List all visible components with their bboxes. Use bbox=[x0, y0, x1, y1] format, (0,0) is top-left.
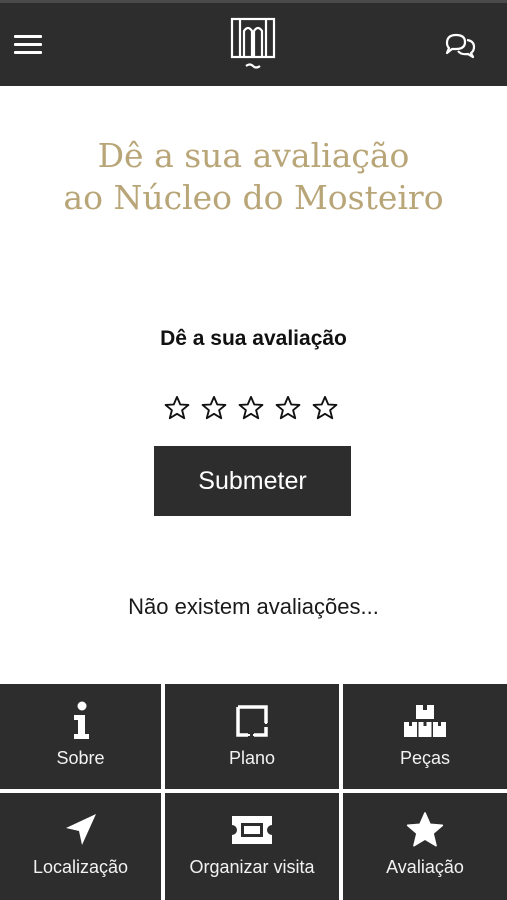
star-4-icon[interactable] bbox=[274, 394, 302, 422]
nav-item-label: Sobre bbox=[56, 748, 105, 768]
nav-item-label: Organizar visita bbox=[189, 857, 315, 877]
nav-item-organizar-visita[interactable]: Organizar visita bbox=[165, 793, 339, 900]
rating-heading: Dê a sua avaliação bbox=[160, 327, 347, 350]
nav-item-avaliacao[interactable]: Avaliação bbox=[343, 793, 507, 900]
star-1-icon[interactable] bbox=[163, 394, 191, 422]
star-rating bbox=[163, 394, 343, 424]
star-2-icon[interactable] bbox=[200, 394, 228, 422]
submit-button[interactable]: Submeter bbox=[154, 446, 351, 516]
floor-plan-icon bbox=[229, 698, 275, 744]
top-app-bar bbox=[0, 0, 507, 86]
nav-item-pecas[interactable]: Peças bbox=[343, 684, 507, 789]
nav-item-label: Localização bbox=[32, 857, 129, 877]
page-title: Dê a sua avaliação ao Núcleo do Mosteiro bbox=[0, 135, 507, 219]
ticket-icon bbox=[229, 807, 275, 853]
page-title-line-1: Dê a sua avaliação bbox=[97, 136, 410, 175]
bottom-navigation: Sobre Plano Peças Localização Organizar … bbox=[0, 684, 507, 900]
nav-item-label: Plano bbox=[228, 748, 276, 768]
chat-bubbles-icon[interactable] bbox=[443, 31, 477, 59]
star-icon bbox=[402, 807, 448, 853]
nav-item-label: Avaliação bbox=[386, 857, 464, 877]
info-icon bbox=[58, 698, 104, 744]
nav-item-sobre[interactable]: Sobre bbox=[0, 684, 161, 789]
nav-item-plano[interactable]: Plano bbox=[165, 684, 339, 789]
star-3-icon[interactable] bbox=[237, 394, 265, 422]
no-reviews-message: Não existem avaliações... bbox=[128, 594, 379, 619]
monastery-logo-icon[interactable] bbox=[230, 17, 276, 73]
nav-item-label: Peças bbox=[399, 748, 451, 768]
location-arrow-icon bbox=[58, 807, 104, 853]
star-5-icon[interactable] bbox=[311, 394, 339, 422]
nav-item-localizacao[interactable]: Localização bbox=[0, 793, 161, 900]
hamburger-menu-icon[interactable] bbox=[14, 35, 42, 57]
boxes-icon bbox=[402, 698, 448, 744]
page-title-line-2: ao Núcleo do Mosteiro bbox=[63, 178, 444, 217]
